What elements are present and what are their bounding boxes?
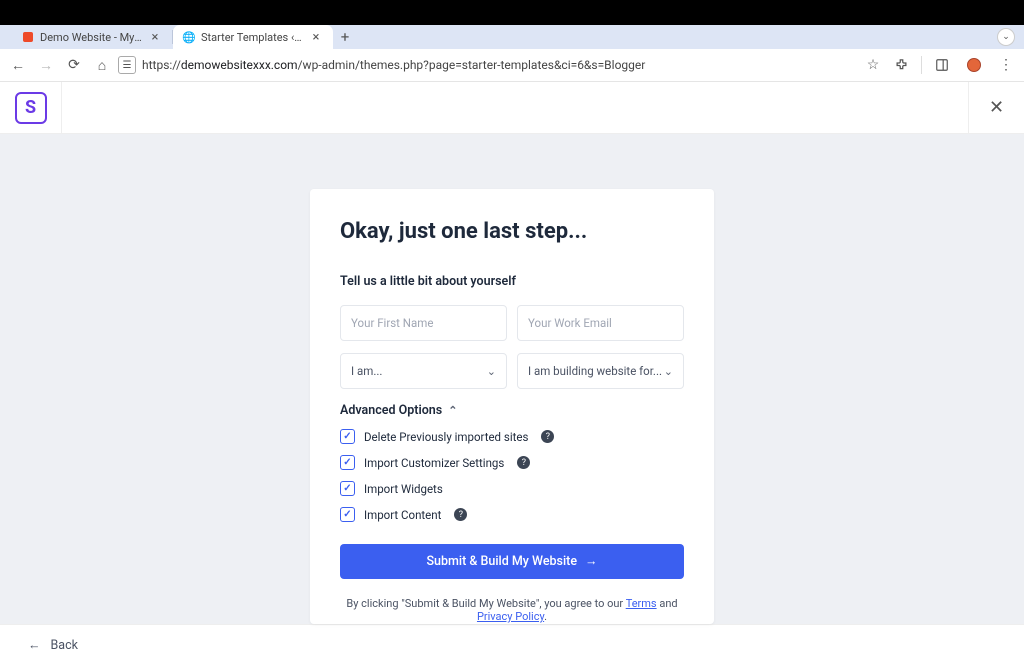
onboarding-card: Okay, just one last step... Tell us a li… [310, 189, 714, 624]
email-input[interactable]: Your Work Email [517, 305, 684, 341]
option-delete-imported[interactable]: ✓ Delete Previously imported sites ? [340, 429, 684, 444]
star-icon[interactable]: ☆ [861, 53, 885, 77]
arrow-left-icon: ← [28, 638, 41, 653]
os-top-bar [0, 0, 1024, 25]
help-icon[interactable]: ? [517, 456, 530, 469]
arrow-right-icon: → [585, 554, 598, 569]
checkbox-icon[interactable]: ✓ [340, 455, 355, 470]
close-button[interactable]: ✕ [968, 82, 1024, 133]
url-text: https://demowebsitexxx.com/wp-admin/them… [142, 58, 855, 72]
submit-button[interactable]: Submit & Build My Website → [340, 544, 684, 579]
tab-title: Demo Website - MyKinsta [40, 31, 142, 44]
main-canvas: Okay, just one last step... Tell us a li… [0, 134, 1024, 624]
site-settings-icon[interactable]: ☰ [118, 56, 136, 74]
profile-icon[interactable] [962, 53, 986, 77]
option-label: Delete Previously imported sites [364, 430, 528, 444]
legal-text: By clicking "Submit & Build My Website",… [340, 597, 684, 623]
back-button[interactable]: Back [51, 638, 78, 653]
logo-icon: S [15, 92, 47, 124]
browser-tab[interactable]: Demo Website - MyKinsta × [12, 25, 172, 49]
close-icon: ✕ [989, 97, 1004, 118]
card-subtitle: Tell us a little bit about yourself [340, 274, 684, 289]
forward-icon: → [34, 53, 58, 77]
browser-tabstrip: Demo Website - MyKinsta × 🌐 Starter Temp… [0, 25, 1024, 49]
select-placeholder: I am... [351, 364, 382, 378]
footer-bar: ← Back [0, 624, 1024, 665]
option-import-customizer[interactable]: ✓ Import Customizer Settings ? [340, 455, 684, 470]
close-icon[interactable]: × [148, 30, 162, 45]
app-header: S ✕ [0, 82, 1024, 134]
favicon-icon [22, 31, 34, 43]
purpose-select[interactable]: I am building website for... ⌄ [517, 353, 684, 389]
role-select[interactable]: I am... ⌄ [340, 353, 507, 389]
help-icon[interactable]: ? [454, 508, 467, 521]
tabstrip-dropdown-icon[interactable]: ⌄ [998, 29, 1014, 45]
browser-tab[interactable]: 🌐 Starter Templates ‹ Demo Sit × [173, 25, 333, 49]
first-name-input[interactable]: Your First Name [340, 305, 507, 341]
logo[interactable]: S [0, 82, 62, 133]
new-tab-button[interactable]: + [333, 25, 357, 49]
option-label: Import Customizer Settings [364, 456, 504, 470]
back-icon[interactable]: ← [6, 53, 30, 77]
advanced-options-label: Advanced Options [340, 403, 442, 418]
submit-label: Submit & Build My Website [426, 554, 577, 569]
globe-icon: 🌐 [183, 31, 195, 43]
tab-title: Starter Templates ‹ Demo Sit [201, 31, 303, 44]
close-icon[interactable]: × [309, 30, 323, 45]
checkbox-icon[interactable]: ✓ [340, 481, 355, 496]
chevron-down-icon: ⌄ [664, 365, 673, 378]
chevron-up-icon: ⌃ [448, 404, 457, 417]
separator [921, 56, 922, 74]
option-label: Import Widgets [364, 482, 443, 496]
privacy-link[interactable]: Privacy Policy [477, 610, 544, 623]
reload-icon[interactable]: ⟳ [62, 53, 86, 77]
checkbox-icon[interactable]: ✓ [340, 429, 355, 444]
chevron-down-icon: ⌄ [487, 365, 496, 378]
help-icon[interactable]: ? [541, 430, 554, 443]
card-title: Okay, just one last step... [340, 219, 684, 244]
browser-toolbar: ← → ⟳ ⌂ ☰ https://demowebsitexxx.com/wp-… [0, 49, 1024, 82]
option-import-widgets[interactable]: ✓ Import Widgets [340, 481, 684, 496]
menu-icon[interactable]: ⋮ [994, 53, 1018, 77]
option-label: Import Content [364, 508, 441, 522]
home-icon[interactable]: ⌂ [90, 53, 114, 77]
checkbox-icon[interactable]: ✓ [340, 507, 355, 522]
select-placeholder: I am building website for... [528, 364, 662, 378]
extensions-icon[interactable] [889, 53, 913, 77]
option-import-content[interactable]: ✓ Import Content ? [340, 507, 684, 522]
side-panel-icon[interactable] [930, 53, 954, 77]
url-bar[interactable]: ☰ https://demowebsitexxx.com/wp-admin/th… [118, 52, 885, 78]
terms-link[interactable]: Terms [626, 597, 657, 610]
advanced-options-toggle[interactable]: Advanced Options ⌃ [340, 403, 684, 418]
